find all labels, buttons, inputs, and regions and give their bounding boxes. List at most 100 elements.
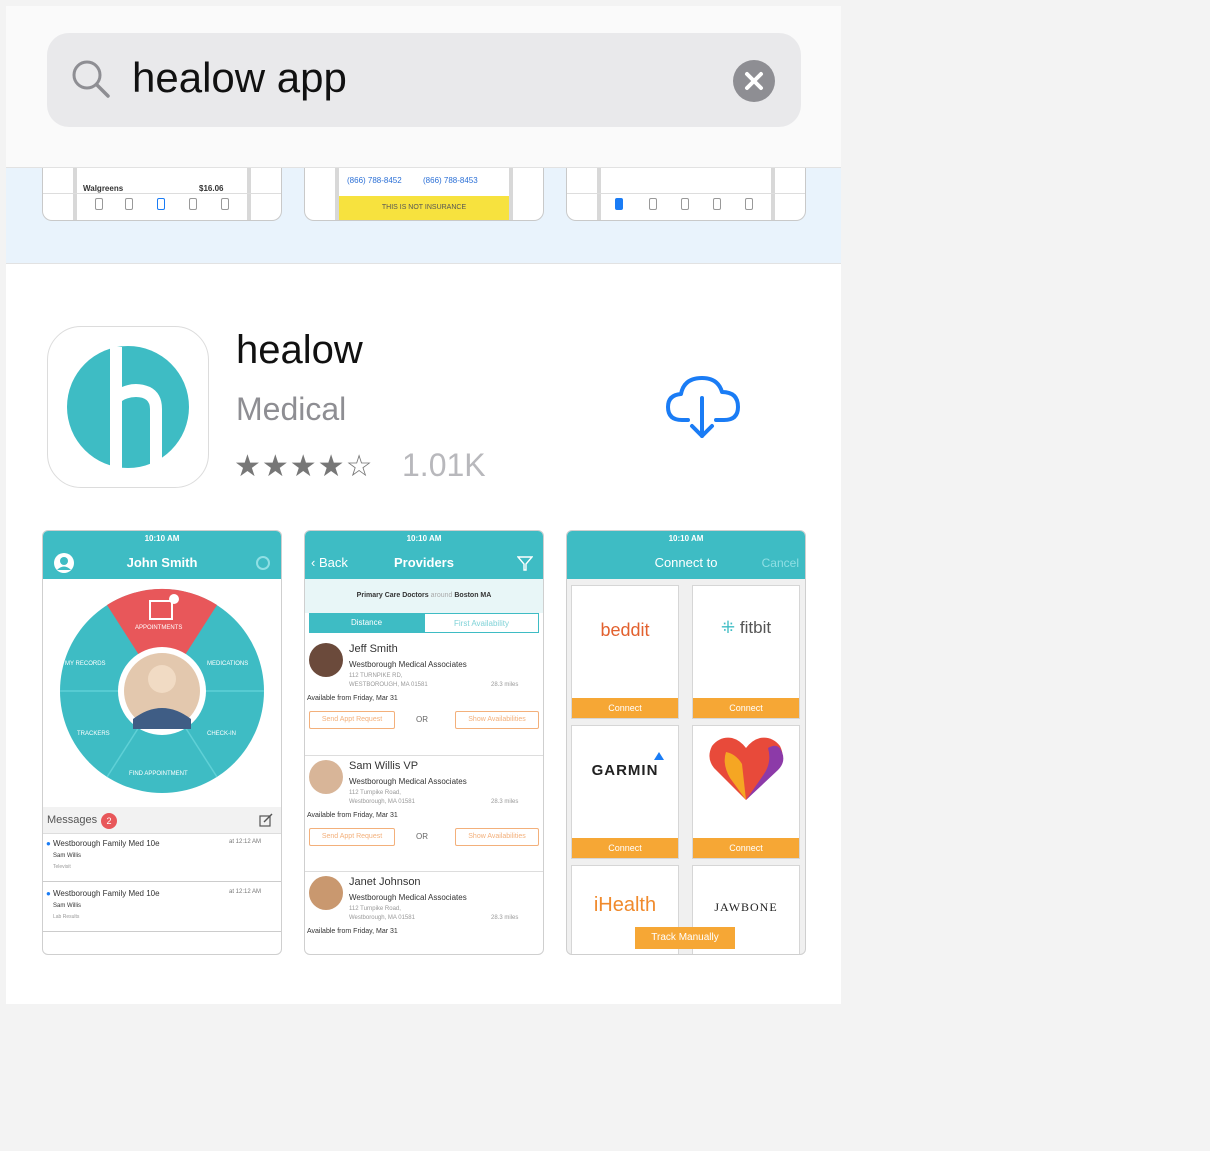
- heart-icon: [709, 737, 784, 800]
- nav-bar: ‹ Back Providers: [305, 547, 543, 579]
- provider-card[interactable]: Jeff Smith Westborough Medical Associate…: [305, 639, 543, 729]
- not-insurance-banner: THIS IS NOT INSURANCE: [339, 196, 509, 220]
- previous-screenshot-1[interactable]: Walgreens $16.06: [42, 168, 282, 221]
- message-from: Westborough Family Med 10e: [53, 889, 160, 898]
- messages-header: Messages 2: [43, 807, 281, 834]
- user-icon: [54, 553, 74, 573]
- track-manually-button[interactable]: Track Manually: [635, 927, 735, 949]
- wheel-label-my-records[interactable]: MY RECORDS: [65, 661, 106, 667]
- previous-screenshot-2[interactable]: (866) 788-8452 (866) 788-8453 THIS IS NO…: [304, 168, 544, 221]
- tabbar: [43, 193, 281, 216]
- fitbit-logo: ⁜ fitbit: [720, 618, 772, 637]
- cancel-button[interactable]: Cancel: [762, 547, 799, 579]
- gear-icon: [256, 556, 270, 570]
- provider-address: WESTBOROUGH, MA 01581: [349, 682, 428, 688]
- provider-address: 112 Turnpike Road,: [349, 790, 401, 796]
- provider-name: Sam Willis VP: [349, 760, 419, 772]
- provider-distance: 28.3 miles: [491, 915, 519, 921]
- device-tile-beddit[interactable]: beddit Connect: [571, 585, 679, 719]
- back-button[interactable]: ‹ Back: [311, 547, 348, 579]
- nav-bar: Connect to Cancel: [567, 547, 805, 579]
- show-availabilities-button[interactable]: Show Availabilities: [455, 711, 539, 729]
- or-label: OR: [416, 832, 428, 841]
- healow-logo-icon: [67, 346, 189, 471]
- or-label: OR: [416, 715, 428, 724]
- provider-address: 112 Turnpike Road,: [349, 906, 401, 912]
- provider-card[interactable]: Sam Willis VP Westborough Medical Associ…: [305, 755, 543, 846]
- provider-name: Janet Johnson: [349, 876, 421, 888]
- price-value: $16.06: [199, 184, 224, 193]
- wheel-label-medications[interactable]: MEDICATIONS: [207, 661, 248, 667]
- provider-address: Westborough, MA 01581: [349, 915, 415, 921]
- clear-search-button[interactable]: [733, 60, 775, 102]
- previous-screenshot-3[interactable]: [566, 168, 806, 221]
- wheel-label-trackers[interactable]: TRACKERS: [77, 731, 110, 737]
- download-button[interactable]: [664, 370, 744, 442]
- send-appt-request-button[interactable]: Send Appt Request: [309, 828, 395, 846]
- wheel-label-find-appointment[interactable]: FIND APPOINTMENT: [129, 771, 188, 777]
- segment-first-availability[interactable]: First Availability: [424, 613, 539, 633]
- provider-name: Jeff Smith: [349, 643, 398, 655]
- triangle-icon: [654, 752, 664, 760]
- status-bar: 10:10 AM: [43, 531, 281, 547]
- messages-label: Messages: [47, 814, 98, 826]
- connect-button[interactable]: Connect: [693, 838, 799, 858]
- avatar: [309, 876, 343, 910]
- message-from: Westborough Family Med 10e: [53, 839, 160, 848]
- wheel-label-appointments[interactable]: APPOINTMENTS: [135, 625, 182, 631]
- phone-number-1: (866) 788-8452: [347, 176, 402, 185]
- wheel-label-check-in[interactable]: CHECK-IN: [207, 731, 236, 737]
- home-wheel: APPOINTMENTS MEDICATIONS CHECK-IN FIND A…: [43, 579, 281, 807]
- messages-count-badge: 2: [101, 813, 117, 829]
- garmin-logo: GARMIN: [591, 762, 659, 779]
- beddit-logo: beddit: [600, 620, 650, 640]
- search-input[interactable]: healow app: [132, 53, 347, 103]
- compose-icon: [259, 813, 273, 827]
- provider-address: 112 TURNPIKE RD,: [349, 673, 403, 679]
- device-tile-garmin[interactable]: GARMIN Connect: [571, 725, 679, 859]
- close-icon: [745, 72, 763, 90]
- nav-title: Connect to: [654, 555, 718, 570]
- segment-distance[interactable]: Distance: [309, 613, 424, 633]
- provider-practice: Westborough Medical Associates: [349, 660, 467, 669]
- provider-distance: 28.3 miles: [491, 682, 519, 688]
- app-screenshot-2[interactable]: 10:10 AM ‹ Back Providers Primary Care D…: [304, 530, 544, 955]
- jawbone-logo: JAWBONE: [714, 900, 778, 914]
- ihealth-logo: iHealth: [593, 894, 657, 916]
- provider-address: Westborough, MA 01581: [349, 799, 415, 805]
- message-subject: Televisit: [53, 864, 71, 870]
- nav-title: Providers: [394, 555, 454, 570]
- search-icon: [72, 60, 110, 98]
- message-row[interactable]: ● Westborough Family Med 10e at 12:12 AM…: [43, 833, 281, 882]
- connect-button[interactable]: Connect: [693, 698, 799, 718]
- status-bar: 10:10 AM: [567, 531, 805, 547]
- provider-availability: Available from Friday, Mar 31: [307, 928, 398, 935]
- message-row[interactable]: ● Westborough Family Med 10e at 12:12 AM…: [43, 883, 281, 932]
- connect-button[interactable]: Connect: [572, 698, 678, 718]
- app-store-search-page: healow app Walgreens $16.06 (866) 788-84…: [6, 6, 841, 1004]
- rating-count: 1.01K: [402, 447, 486, 483]
- send-appt-request-button[interactable]: Send Appt Request: [309, 711, 395, 729]
- device-tile-fitbit[interactable]: ⁜ fitbit Connect: [692, 585, 800, 719]
- message-time: at 12:12 AM: [229, 889, 262, 895]
- tabbar: [567, 193, 805, 216]
- app-category: Medical: [236, 391, 347, 427]
- avatar: [309, 643, 343, 677]
- app-screenshot-3[interactable]: 10:10 AM Connect to Cancel beddit Connec…: [566, 530, 806, 955]
- provider-availability: Available from Friday, Mar 31: [307, 812, 398, 819]
- provider-card[interactable]: Janet Johnson Westborough Medical Associ…: [305, 871, 543, 952]
- pharmacy-name: Walgreens: [83, 184, 124, 193]
- healow-app-icon[interactable]: [47, 326, 209, 488]
- app-name[interactable]: healow: [236, 328, 363, 373]
- phone-number-2: (866) 788-8453: [423, 176, 478, 185]
- device-tile-google-fit[interactable]: Connect: [692, 725, 800, 859]
- provider-availability: Available from Friday, Mar 31: [307, 695, 398, 702]
- provider-practice: Westborough Medical Associates: [349, 893, 467, 902]
- filter-icon: [517, 556, 533, 571]
- app-screenshot-1[interactable]: 10:10 AM John Smith APPOINTMENTS MEDICAT…: [42, 530, 282, 955]
- connect-button[interactable]: Connect: [572, 838, 678, 858]
- search-field[interactable]: healow app: [47, 33, 801, 127]
- show-availabilities-button[interactable]: Show Availabilities: [455, 828, 539, 846]
- search-bar-area: healow app: [6, 6, 841, 168]
- previous-result-screenshots: Walgreens $16.06 (866) 788-8452 (866) 78…: [6, 168, 841, 264]
